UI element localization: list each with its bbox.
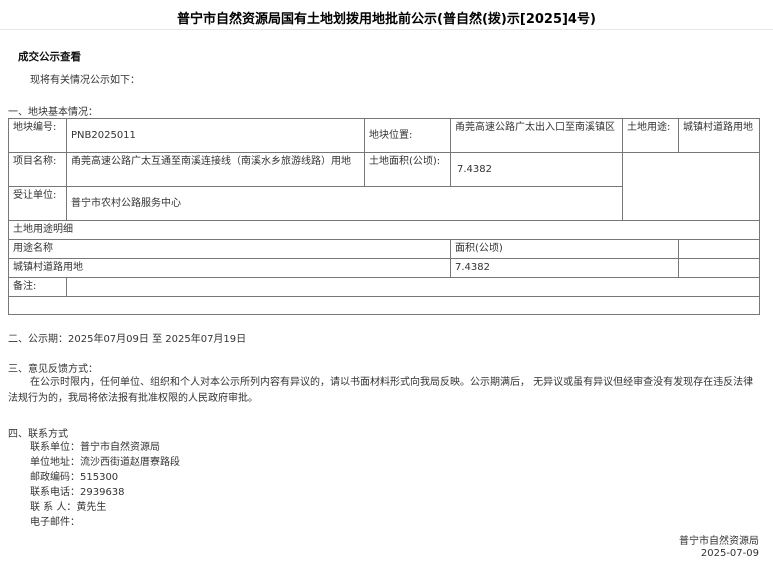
- publication-period: 二、公示期：2025年07月09日 至 2025年07月19日: [8, 334, 247, 345]
- parcel-no-label: 地块编号:: [8, 118, 67, 153]
- remark-label: 备注:: [8, 277, 67, 297]
- location-value: 甬莞高速公路广太出入口至南溪镇区: [450, 118, 623, 153]
- parcel-table: 地块编号: PNB2025011 地块位置: 甬莞高速公路广太出入口至南溪镇区 …: [8, 118, 760, 315]
- signature-date: 2025-07-09: [700, 548, 759, 559]
- project-label: 项目名称:: [8, 152, 67, 187]
- intro-text: 现将有关情况公示如下：: [30, 75, 140, 86]
- page-title: 普宁市自然资源局国有土地划拨用地批前公示(普自然(拨)示[2025]4号): [177, 12, 596, 27]
- area-label: 土地面积(公顷):: [364, 152, 451, 187]
- contact-person: 联 系 人：黄先生: [30, 502, 107, 513]
- parcel-no-value: PNB2025011: [66, 118, 365, 153]
- col-area-header: 面积(公顷): [450, 239, 679, 259]
- col-use-header: 用途名称: [8, 239, 451, 259]
- empty-cell: [622, 152, 760, 221]
- empty-cell: [678, 239, 760, 259]
- location-label: 地块位置:: [364, 118, 451, 153]
- empty-cell: [678, 258, 760, 278]
- contact-email: 电子邮件：: [30, 517, 80, 528]
- contact-phone: 联系电话：2939638: [30, 487, 125, 498]
- recipient-value: 普宁市农村公路服务中心: [66, 186, 623, 221]
- contact-unit: 联系单位：普宁市自然资源局: [30, 442, 160, 453]
- remark-value: [66, 277, 760, 297]
- section-1-heading: 一、地块基本情况：: [8, 107, 98, 118]
- detail-use-cell: 城镇村道路用地: [8, 258, 451, 278]
- title-divider: [0, 29, 773, 30]
- contact-postcode: 邮政编码：515300: [30, 472, 119, 483]
- section-4-heading: 四、联系方式: [8, 429, 68, 440]
- project-value: 甬莞高速公路广太互通至南溪连接线（南溪水乡旅游线路）用地: [66, 152, 365, 187]
- contact-address: 单位地址：流沙西街道赵厝寮路段: [30, 457, 180, 468]
- signature-org: 普宁市自然资源局: [679, 536, 759, 547]
- area-value: 7.4382: [450, 152, 623, 187]
- section-heading: 成交公示查看: [18, 51, 81, 63]
- recipient-label: 受让单位:: [8, 186, 67, 221]
- land-use-label: 土地用途:: [622, 118, 679, 153]
- detail-header: 土地用途明细: [8, 220, 760, 240]
- section-3-heading: 三、意见反馈方式：: [8, 364, 98, 375]
- feedback-paragraph: 在公示时限内，任何单位、组织和个人对本公示所列内容有异议的，请以书面材料形式向我…: [8, 377, 754, 404]
- detail-area-cell: 7.4382: [450, 258, 679, 278]
- empty-row: [8, 296, 760, 315]
- land-use-value: 城镇村道路用地: [678, 118, 760, 153]
